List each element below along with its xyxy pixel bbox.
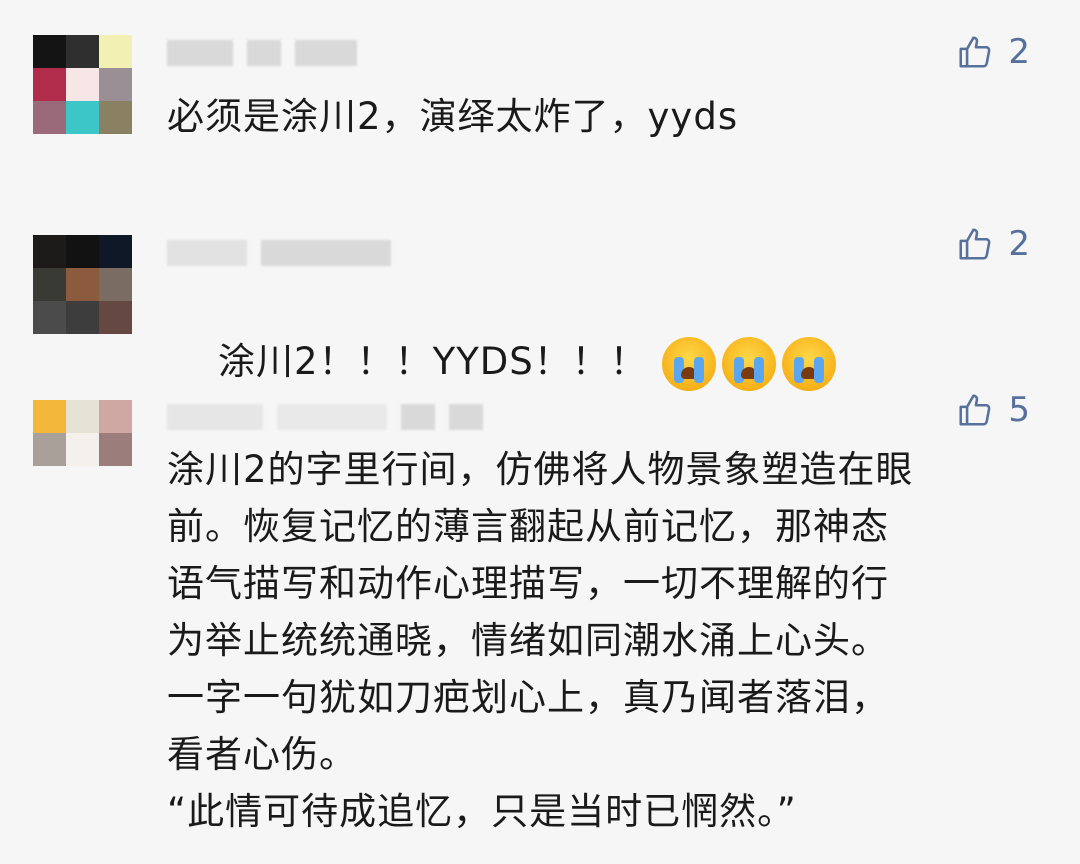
thumbs-up-icon	[959, 394, 991, 426]
like-button[interactable]: 5	[956, 390, 1030, 430]
crying-face-icon	[661, 336, 716, 391]
like-button[interactable]: 2	[956, 32, 1030, 72]
avatar[interactable]	[33, 235, 132, 334]
comment-text: 必须是涂川2，演绎太炸了，yyds	[167, 95, 739, 138]
username-blurred[interactable]	[167, 38, 357, 68]
like-button[interactable]: 2	[956, 224, 1030, 264]
comment-text: 涂川2的字里行间，仿佛将人物景象塑造在眼 前。恢复记忆的薄言翻起从前记忆，那神态…	[167, 448, 914, 833]
thumbs-up-icon	[959, 36, 991, 68]
emoji-group	[661, 336, 836, 391]
thumbs-up-icon	[959, 228, 991, 260]
comment-text: 涂川2！！！YYDS！！！	[218, 340, 648, 383]
like-count: 2	[1008, 224, 1030, 264]
like-count: 5	[1008, 390, 1030, 430]
avatar[interactable]	[33, 35, 132, 134]
avatar[interactable]	[33, 400, 132, 499]
username-blurred[interactable]	[167, 402, 483, 432]
username-blurred[interactable]	[167, 238, 391, 268]
like-count: 2	[1008, 32, 1030, 72]
crying-face-icon	[781, 336, 836, 391]
crying-face-icon	[721, 336, 776, 391]
